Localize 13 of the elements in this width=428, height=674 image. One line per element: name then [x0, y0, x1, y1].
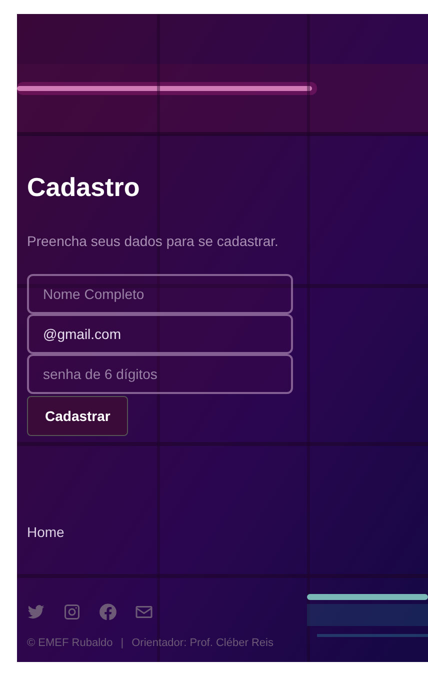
facebook-icon[interactable] [99, 603, 117, 622]
twitter-icon[interactable] [27, 603, 45, 622]
separator-text: | [120, 636, 124, 652]
copyright-text: © EMEF Rubaldo [27, 636, 113, 652]
nav-link[interactable]: Home [27, 522, 64, 544]
input-field[interactable]: Nome Completo [27, 274, 293, 314]
input-field[interactable]: senha de 6 dígitos [27, 354, 293, 394]
page-title: Cadastro [27, 172, 141, 204]
credit-text: Orientador: Prof. Cléber Reis [132, 636, 274, 652]
submit-button[interactable]: Cadastrar [27, 396, 128, 436]
instagram-icon[interactable] [63, 603, 81, 622]
form-subtitle: Preencha seus dados para se cadastrar. [27, 232, 280, 252]
input-field[interactable]: @gmail.com [27, 314, 293, 354]
